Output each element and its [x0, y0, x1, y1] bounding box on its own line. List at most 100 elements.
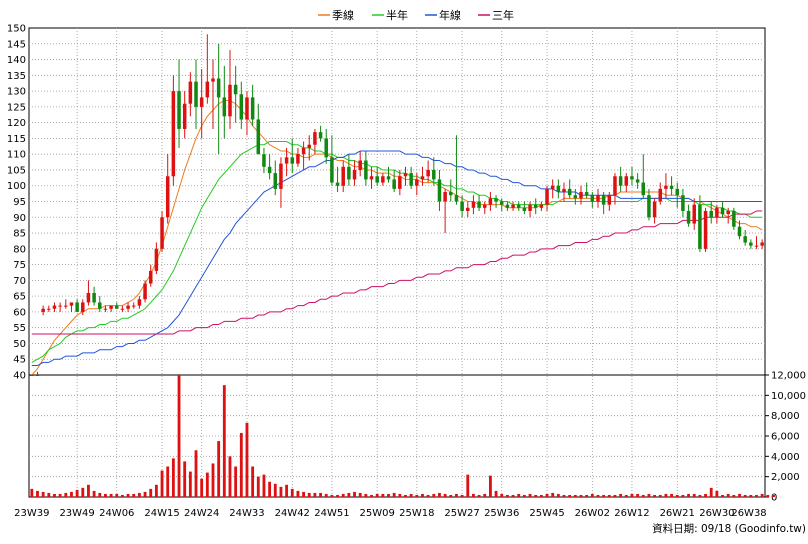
volume-tick-label: 12,000: [771, 371, 806, 382]
volume-bar: [636, 493, 640, 497]
candle-body: [664, 185, 668, 189]
x-tick-label: 26W38: [731, 508, 766, 519]
candle-body: [567, 188, 572, 196]
candle-body: [477, 201, 481, 208]
volume-bar: [568, 494, 572, 497]
volume-bar: [477, 494, 481, 497]
candle-body: [330, 157, 334, 183]
volume-bar: [630, 493, 634, 497]
candle-body: [30, 375, 34, 376]
volume-bar: [313, 492, 317, 497]
volume-bar: [511, 494, 515, 497]
legend-label: 季線: [332, 8, 354, 22]
volume-bar: [415, 494, 419, 497]
volume-bar: [137, 492, 141, 497]
candle-body: [148, 270, 153, 284]
legend-label: 三年: [492, 8, 514, 22]
volume-bar: [177, 375, 181, 497]
candle-body: [262, 154, 266, 167]
candle-body: [69, 302, 74, 306]
volume-bar: [358, 492, 362, 497]
candle-body: [86, 292, 91, 303]
candle-body: [52, 305, 57, 309]
candle-body: [573, 195, 578, 199]
candle-body: [381, 176, 385, 183]
candle-body: [432, 169, 436, 180]
volume-bar: [772, 494, 775, 497]
volume-bar: [483, 493, 487, 497]
candle-body: [460, 201, 464, 211]
price-tick-label: 95: [13, 197, 26, 208]
candle-body: [545, 188, 549, 205]
volume-bar: [251, 466, 255, 497]
price-tick-label: 50: [13, 339, 26, 350]
candle-body: [126, 305, 130, 309]
volume-bar: [545, 493, 549, 497]
candle-body: [245, 97, 249, 120]
candle-body: [516, 204, 521, 208]
volume-bar: [398, 493, 402, 497]
volume-bar: [647, 493, 651, 497]
candle-body: [154, 248, 159, 271]
candle-body: [692, 204, 696, 224]
candle-body: [194, 81, 198, 107]
candle-body: [273, 173, 278, 189]
volume-bar: [211, 463, 215, 497]
volume-bar: [353, 491, 356, 497]
candle-body: [607, 195, 612, 205]
x-tick-label: 24W06: [99, 508, 134, 519]
volume-bar: [715, 490, 719, 497]
x-tick-label: 25W45: [529, 508, 564, 519]
candle-body: [539, 204, 544, 208]
volume-bar: [704, 493, 707, 497]
price-tick-label: 80: [13, 244, 26, 255]
volume-bar: [47, 492, 51, 497]
volume-bar: [619, 493, 623, 497]
volume-tick-label: 6,000: [771, 432, 800, 443]
source-text: 資料日期: 09/18 (Goodinfo.tw): [652, 522, 806, 535]
volume-tick-label: 4,000: [771, 452, 800, 463]
candle-body: [669, 185, 674, 189]
candle-body: [114, 305, 119, 309]
candle-body: [601, 195, 606, 205]
x-tick-label: 25W09: [360, 508, 395, 519]
volume-bar: [721, 494, 724, 497]
volume-bar: [262, 474, 266, 497]
candle-body: [290, 157, 295, 164]
candle-body: [143, 283, 147, 300]
candle-body: [256, 119, 261, 155]
price-tick-label: 40: [13, 371, 26, 382]
candle-body: [92, 292, 96, 303]
volume-bar: [336, 494, 339, 497]
volume-bar: [517, 493, 521, 497]
candle-body: [658, 188, 663, 202]
legend-label: 半年: [386, 8, 408, 22]
candle-body: [324, 138, 328, 158]
volume-bar: [466, 474, 470, 497]
volume-bar: [115, 493, 119, 497]
candle-body: [369, 176, 374, 180]
x-tick-label: 24W15: [144, 508, 179, 519]
candle-body: [703, 210, 708, 249]
volume-bar: [194, 450, 198, 497]
candle-body: [760, 242, 764, 246]
volume-bar: [573, 494, 577, 497]
volume-bar: [404, 494, 407, 497]
candle-body: [715, 207, 719, 218]
candle-body: [556, 185, 561, 193]
candle-body: [109, 305, 113, 309]
candle-body: [499, 201, 504, 205]
candle-body: [341, 166, 345, 186]
volume-bar: [658, 494, 662, 497]
volume-bar: [443, 493, 447, 497]
candle-body: [613, 176, 617, 196]
candle-body: [686, 210, 691, 224]
price-tick-label: 145: [7, 39, 26, 50]
candle-body: [618, 176, 623, 186]
candle-body: [698, 204, 702, 249]
x-tick-label: 24W42: [275, 508, 310, 519]
candle-body: [296, 154, 300, 164]
volume-bar: [121, 494, 124, 497]
candle-body: [743, 236, 747, 243]
volume-bar: [562, 494, 566, 497]
